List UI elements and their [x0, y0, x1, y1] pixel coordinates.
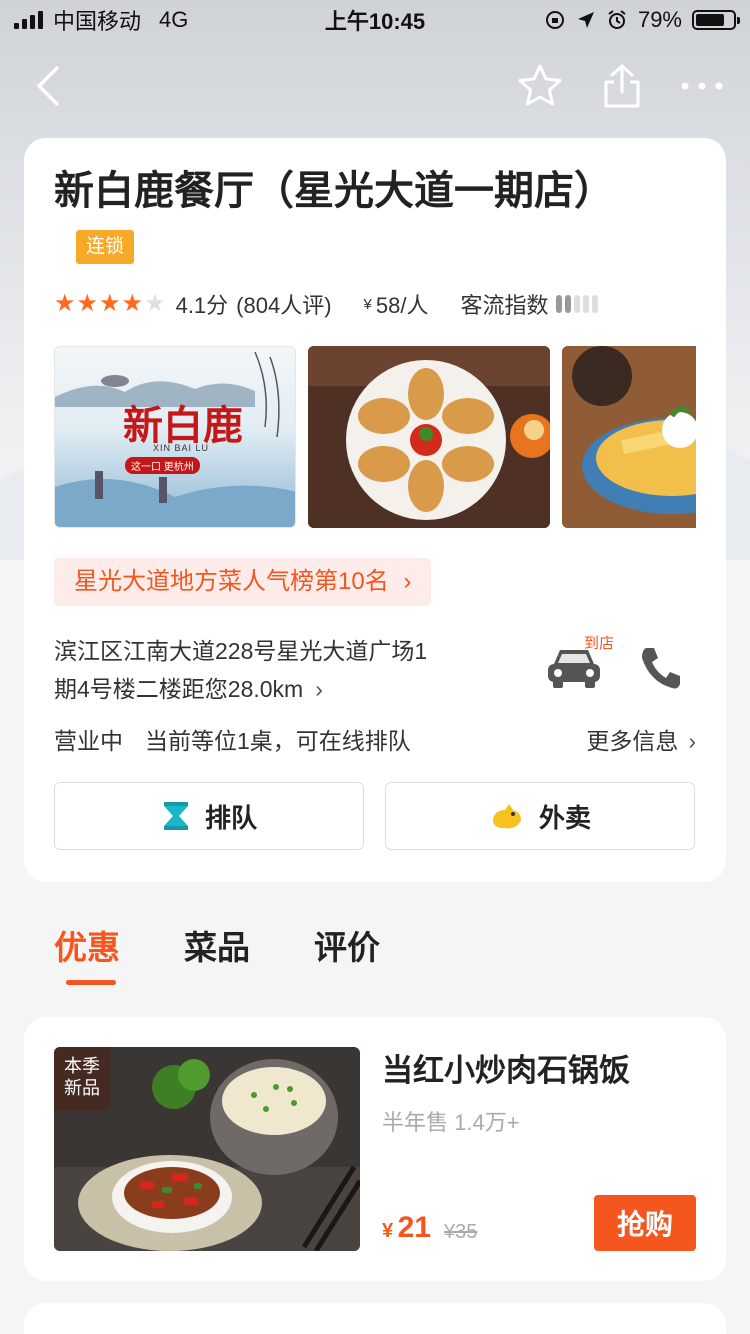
- traffic-bar: [565, 295, 572, 313]
- price-value: 21: [397, 1211, 431, 1244]
- address-line-2-text: 期4号楼二楼距您28.0km: [54, 676, 304, 702]
- buy-button[interactable]: 抢购: [594, 1195, 696, 1251]
- chain-badge: 连锁: [76, 230, 135, 264]
- call-button[interactable]: [636, 642, 688, 694]
- traffic-index-icon: [556, 295, 599, 313]
- star-icon: ★: [121, 290, 144, 317]
- tab-dishes[interactable]: 菜品: [184, 920, 250, 976]
- delivery-button-label: 外卖: [538, 802, 591, 833]
- deal-price: ¥ 21: [382, 1211, 431, 1245]
- chevron-left-icon: [37, 66, 59, 106]
- queue-button[interactable]: 排队: [54, 782, 364, 850]
- traffic-bar: [574, 295, 581, 313]
- alarm-icon: [608, 10, 626, 29]
- ranking-link[interactable]: 星光大道地方菜人气榜第10名 ›: [54, 558, 432, 606]
- battery-percent: 79%: [637, 7, 682, 32]
- chevron-right-icon: ›: [403, 568, 412, 595]
- network-label: 4G: [159, 7, 189, 32]
- star-icon: ★: [54, 290, 76, 317]
- price-symbol: ¥: [382, 1220, 394, 1242]
- tab-deals[interactable]: 优惠: [54, 920, 120, 976]
- back-button[interactable]: [20, 58, 76, 114]
- chevron-right-icon: ›: [315, 676, 323, 702]
- to-shop-tag: 到店: [584, 635, 615, 652]
- queue-button-label: 排队: [204, 802, 257, 833]
- rating-score: 4.1分: [175, 293, 229, 318]
- delivery-kangaroo-icon: [492, 804, 521, 829]
- new-season-badge: 本季 新品: [54, 1047, 110, 1111]
- address[interactable]: 滨江区江南大道228号星光大道广场1 期4号楼二楼距您28.0km ›: [54, 632, 494, 708]
- business-status-row: 营业中 当前等位1桌，可在线排队 更多信息 ›: [54, 722, 696, 756]
- shop-info-card: 新白鹿餐厅（星光大道一期店）连锁 ★ ★ ★ ★ ★ 4.1分 (804人评) ¥ 58…: [24, 138, 726, 882]
- review-count[interactable]: (804人评): [236, 288, 331, 320]
- star-outline-icon: [518, 64, 562, 106]
- shop-name: 新白鹿餐厅（星光大道一期店）: [54, 169, 614, 213]
- deal-image[interactable]: 本季 新品: [54, 1047, 360, 1251]
- traffic-label: 客流指数: [460, 293, 549, 318]
- section-tabs: 优惠 菜品 评价: [54, 920, 380, 985]
- deal-title: 当红小炒肉石锅饭: [382, 1053, 630, 1088]
- status-bar: 中国移动 4G 上午10:45 79%: [0, 0, 750, 40]
- address-line-2: 期4号楼二楼距您28.0km ›: [54, 670, 494, 708]
- food-photo-fried-chicken[interactable]: [308, 346, 550, 528]
- phone-icon: [642, 648, 680, 689]
- badge-line-2: 新品: [64, 1078, 100, 1098]
- rotation-lock-icon: [545, 11, 564, 29]
- traffic-bar: [592, 295, 599, 313]
- star-icon: ★: [99, 290, 121, 317]
- photo-carousel[interactable]: 新白鹿 XIN BAI LU 这一口 更杭州: [54, 346, 696, 530]
- chevron-right-icon: ›: [688, 728, 696, 754]
- food-image: [562, 346, 696, 528]
- nav-bar: [0, 50, 750, 120]
- food-image: [308, 346, 550, 528]
- location-arrow-icon: [577, 12, 594, 28]
- rating-row: ★ ★ ★ ★ ★ 4.1分 (804人评) ¥ 58/人 客流指数: [54, 288, 599, 320]
- logo-slogan: 这一口 更杭州: [125, 457, 200, 474]
- original-price: ¥35: [444, 1221, 478, 1243]
- logo-pinyin: XIN BAI LU: [153, 443, 210, 453]
- ellipsis-icon: [681, 82, 723, 90]
- more-info-label: 更多信息: [586, 728, 679, 754]
- share-icon: [604, 64, 640, 108]
- traffic-bar: [583, 295, 590, 313]
- star-icon: ★: [76, 290, 99, 317]
- battery-icon: [692, 10, 740, 30]
- more-info-link[interactable]: 更多信息 ›: [586, 722, 696, 756]
- address-line-1: 滨江区江南大道228号星光大道广场1: [54, 638, 428, 664]
- food-photo-dessert[interactable]: [562, 346, 696, 528]
- tab-reviews[interactable]: 评价: [314, 920, 380, 976]
- favorite-button[interactable]: [512, 58, 568, 114]
- shop-title: 新白鹿餐厅（星光大道一期店） 连锁: [54, 164, 614, 272]
- queue-status: 当前等位1桌，可在线排队: [145, 728, 411, 754]
- carrier-label: 中国移动: [53, 9, 142, 34]
- share-button[interactable]: [594, 58, 650, 114]
- open-status: 营业中: [54, 728, 123, 754]
- price-symbol: ¥: [363, 295, 372, 313]
- deal-sold-count: 半年售 1.4万+: [382, 1110, 520, 1135]
- traffic-bar: [556, 295, 563, 313]
- star-icon: ★: [144, 290, 166, 317]
- more-button[interactable]: [674, 58, 730, 114]
- hourglass-icon: [163, 802, 188, 830]
- delivery-button[interactable]: 外卖: [385, 782, 695, 850]
- signal-icon: [14, 11, 43, 29]
- price-per-person: 58/人: [375, 293, 429, 318]
- rating-stars: ★ ★ ★ ★ ★: [54, 292, 166, 316]
- next-deal-card[interactable]: [24, 1303, 726, 1334]
- ranking-text: 星光大道地方菜人气榜第10名: [74, 568, 389, 595]
- active-tab-indicator: [66, 980, 116, 985]
- deal-card[interactable]: 本季 新品 当红小炒肉石锅饭 半年售 1.4万+ ¥ 21 ¥35 抢购: [24, 1017, 726, 1281]
- badge-line-1: 本季: [64, 1056, 100, 1076]
- shop-logo-photo[interactable]: 新白鹿 XIN BAI LU 这一口 更杭州: [54, 346, 296, 528]
